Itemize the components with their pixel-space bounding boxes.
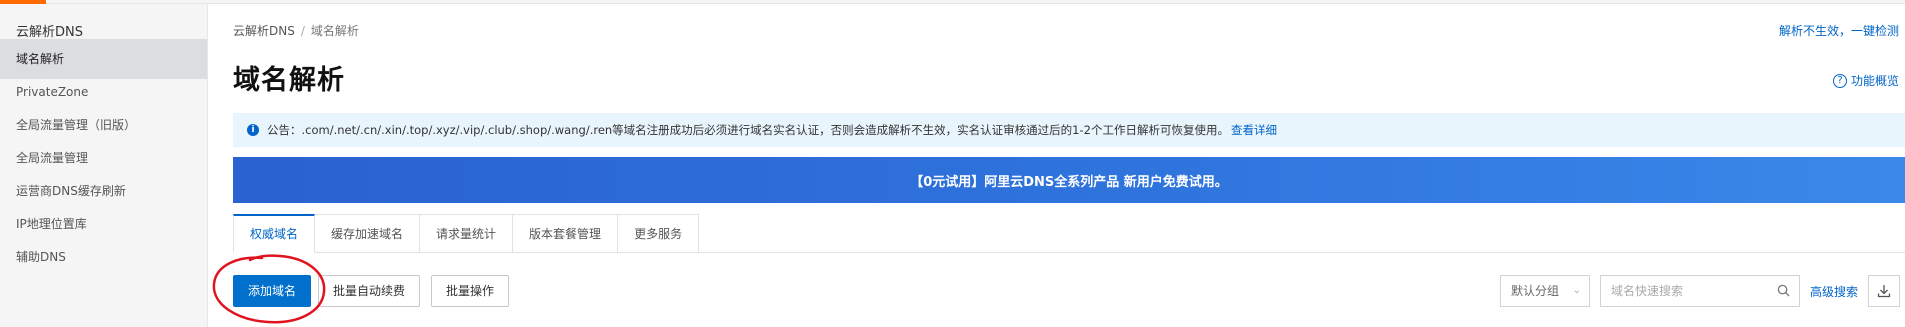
download-button[interactable]	[1868, 275, 1900, 307]
overview-link[interactable]: ? 功能概览	[1832, 72, 1899, 89]
sidebar-title: 云解析DNS	[16, 25, 83, 40]
tab-authoritative-domains[interactable]: 权威域名	[233, 214, 316, 253]
notice-more-link[interactable]: 查看详细	[1231, 122, 1277, 138]
promo-banner-text: 【0元试用】阿里云DNS全系列产品 新用户免费试用。	[910, 174, 1228, 190]
info-icon: i	[247, 124, 259, 136]
group-select[interactable]: 默认分组 ⌄	[1500, 275, 1590, 307]
page-title: 域名解析	[233, 65, 345, 96]
breadcrumb-current: 域名解析	[310, 24, 359, 38]
tab-plan-management[interactable]: 版本套餐管理	[513, 214, 619, 253]
tab-bar: 权威域名 缓存加速域名 请求量统计 版本套餐管理 更多服务	[233, 214, 700, 253]
question-circle-icon: ?	[1832, 73, 1847, 88]
domain-search	[1600, 275, 1800, 307]
sidebar-item-secondary-dns[interactable]: 辅助DNS	[0, 237, 207, 277]
overview-label: 功能概览	[1850, 74, 1899, 88]
breadcrumb-root[interactable]: 云解析DNS	[233, 24, 295, 38]
advanced-search-link[interactable]: 高级搜索	[1810, 283, 1858, 300]
search-icon[interactable]	[1777, 284, 1790, 297]
sidebar: 云解析DNS 域名解析 PrivateZone 全局流量管理（旧版） 全局流量管…	[0, 4, 208, 327]
chevron-down-icon: ⌄	[1572, 285, 1581, 296]
notice-text: 公告：.com/.net/.cn/.xin/.top/.xyz/.vip/.cl…	[267, 123, 1229, 137]
one-click-check-link[interactable]: 解析不生效，一键检测	[1779, 22, 1899, 39]
batch-auto-renew-button[interactable]: 批量自动续费	[318, 275, 421, 307]
batch-operations-button[interactable]: 批量操作	[431, 275, 510, 307]
tab-more-services[interactable]: 更多服务	[618, 214, 700, 253]
breadcrumb: 云解析DNS / 域名解析	[233, 22, 359, 39]
tab-cache-accelerated-domains[interactable]: 缓存加速域名	[315, 214, 421, 253]
breadcrumb-separator: /	[300, 24, 305, 38]
tab-request-stats[interactable]: 请求量统计	[420, 214, 514, 253]
top-strip	[0, 0, 1905, 4]
promo-banner[interactable]: 【0元试用】阿里云DNS全系列产品 新用户免费试用。	[233, 157, 1905, 203]
add-domain-button[interactable]: 添加域名	[233, 275, 312, 307]
domain-search-input[interactable]	[1601, 276, 1771, 306]
download-icon	[1877, 285, 1891, 298]
notice-bar: i 公告：.com/.net/.cn/.xin/.top/.xyz/.vip/.…	[233, 113, 1905, 147]
group-select-value: 默认分组	[1511, 284, 1560, 298]
